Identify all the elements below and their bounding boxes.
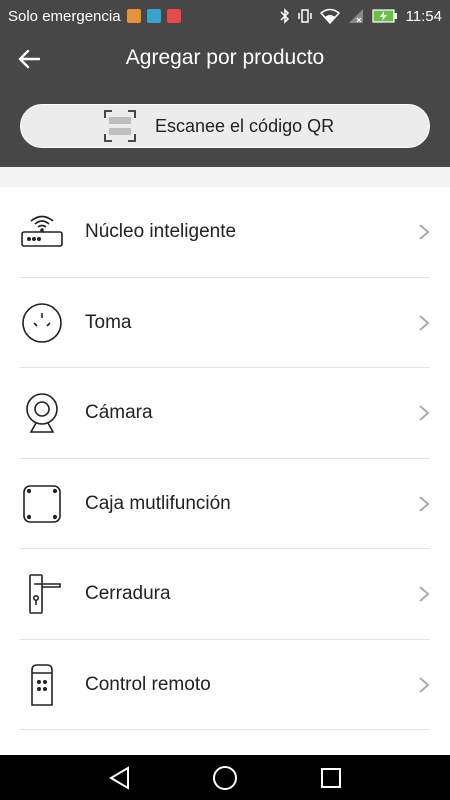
system-nav-bar: [0, 755, 450, 800]
circle-home-icon: [213, 765, 237, 790]
vibrate-icon: [297, 9, 312, 23]
product-item-camera[interactable]: Cámara: [0, 368, 450, 459]
product-list: Núcleo inteligente Toma Cámara Caja mutl…: [0, 187, 450, 755]
product-label: Núcleo inteligente: [85, 221, 237, 243]
remote-icon: [20, 663, 64, 707]
nav-back-button[interactable]: [105, 764, 133, 792]
status-bar: Solo emergencia 11:54: [0, 0, 450, 32]
chevron-right-icon: [414, 675, 434, 695]
wifi-icon: [319, 8, 340, 24]
notification-icon: [166, 9, 181, 23]
bluetooth-icon: [280, 8, 289, 24]
product-label: Control remoto: [85, 673, 211, 695]
chevron-right-icon: [414, 313, 434, 333]
product-label: Toma: [85, 311, 132, 333]
product-label: Cerradura: [85, 583, 171, 605]
product-item-outlet[interactable]: Toma: [0, 278, 450, 369]
router-icon: [20, 210, 64, 254]
notification-icon: [146, 9, 161, 23]
chevron-right-icon: [414, 222, 434, 242]
product-label: Cámara: [85, 402, 153, 424]
page-title: Agregar por producto: [125, 46, 325, 69]
scan-qr-button[interactable]: Escanee el código QR: [20, 104, 430, 148]
signal-icon: [348, 9, 363, 23]
scan-qr-label: Escanee el código QR: [155, 115, 335, 136]
status-right: 11:54: [280, 8, 442, 25]
square-recents-icon: [321, 767, 341, 788]
chevron-right-icon: [414, 584, 434, 604]
clock: 11:54: [405, 7, 442, 25]
product-item-multifunction-box[interactable]: Caja mutlifunción: [0, 459, 450, 550]
lock-icon: [20, 572, 64, 616]
product-item-lock[interactable]: Cerradura: [0, 549, 450, 640]
carrier-label: Solo emergencia: [8, 7, 121, 25]
nav-home-button[interactable]: [211, 764, 239, 792]
status-left: Solo emergencia: [8, 8, 280, 25]
camera-icon: [20, 391, 64, 435]
product-label: Caja mutlifunción: [85, 492, 231, 514]
battery-icon: [371, 9, 397, 23]
triangle-back-icon: [109, 765, 129, 790]
qr-scan-icon: [103, 109, 137, 143]
product-item-remote[interactable]: Control remoto: [0, 640, 450, 731]
outlet-icon: [20, 301, 64, 345]
chevron-right-icon: [414, 403, 434, 423]
nav-recents-button[interactable]: [317, 764, 345, 792]
notification-icon: [126, 9, 141, 23]
chevron-right-icon: [414, 494, 434, 514]
box-icon: [20, 482, 64, 526]
app-bar: Agregar por producto Escanee el código Q…: [0, 32, 450, 167]
product-item-smart-hub[interactable]: Núcleo inteligente: [0, 187, 450, 278]
